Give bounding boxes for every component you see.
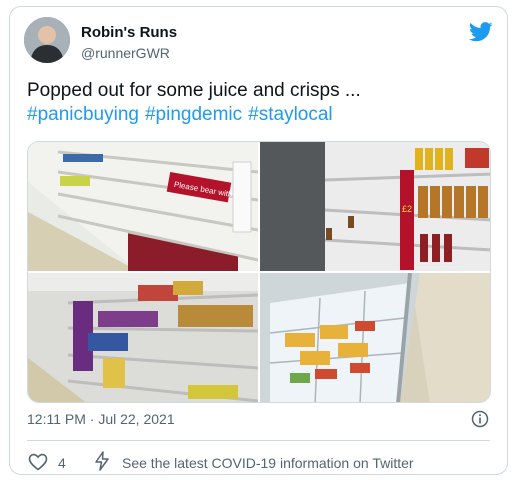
price-tag-text: £2: [402, 204, 412, 214]
covid-info-link[interactable]: See the latest COVID-19 information on T…: [122, 455, 414, 471]
display-name[interactable]: Robin's Runs: [81, 24, 177, 41]
hashtag-link[interactable]: #pingdemic: [145, 104, 242, 125]
hashtag-list: #panicbuying #pingdemic #staylocal: [27, 103, 339, 127]
hashtag-link[interactable]: #staylocal: [248, 104, 333, 125]
lightning-icon: [95, 451, 109, 471]
hashtag-link[interactable]: #panicbuying: [27, 104, 139, 125]
photo-grid: Please bear with us £2: [27, 141, 491, 403]
twitter-bird-icon[interactable]: [469, 22, 493, 42]
divider: [27, 440, 490, 441]
photo-freezer[interactable]: [260, 273, 490, 402]
avatar[interactable]: [24, 17, 70, 63]
info-icon[interactable]: [471, 410, 489, 428]
photo-empty-shelves-1[interactable]: Please bear with us: [28, 142, 258, 271]
heart-icon[interactable]: [28, 453, 48, 471]
tweet-timestamp[interactable]: 12:11 PM · Jul 22, 2021: [27, 411, 175, 427]
tweet-text: Popped out for some juice and crisps ...: [27, 80, 361, 101]
like-count: 4: [58, 455, 66, 471]
user-handle[interactable]: @runnerGWR: [81, 45, 170, 61]
tweet-card: Robin's Runs @runnerGWR Popped out for s…: [9, 6, 508, 475]
photo-crisps-aisle[interactable]: [28, 273, 258, 402]
photo-empty-shelves-2[interactable]: £2: [260, 142, 490, 271]
